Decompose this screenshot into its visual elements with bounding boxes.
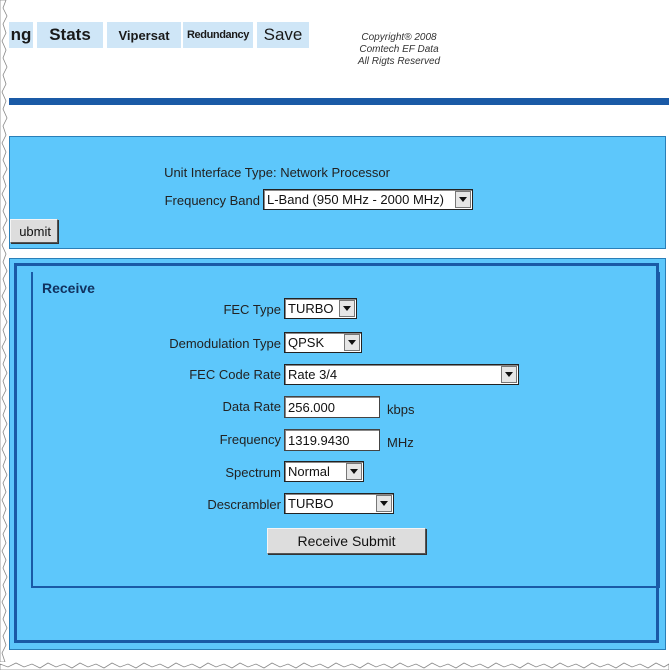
descrambler-label: Descrambler (207, 497, 281, 512)
fec-code-rate-select[interactable]: Rate 3/4 (284, 364, 519, 385)
fec-type-select[interactable]: TURBO (284, 298, 357, 319)
receive-panel-border: Receive FEC Type TURBO Demodulation Type… (14, 263, 660, 643)
interface-type-label: Unit Interface Type: (164, 165, 277, 180)
chevron-down-icon (339, 300, 355, 317)
copyright-line-2: Comtech EF Data (359, 44, 439, 55)
descrambler-select[interactable]: TURBO (284, 493, 394, 514)
chevron-down-icon (455, 191, 471, 208)
fec-type-value: TURBO (288, 301, 334, 316)
nav-tab-save[interactable]: Save (257, 22, 309, 48)
interface-type-row: Unit Interface Type: Network Processor (10, 165, 390, 180)
frequency-label: Frequency (219, 432, 281, 447)
copyright-line-3: All Rigts Reserved (357, 56, 441, 67)
unit-submit-button[interactable]: ubmit (10, 219, 58, 243)
fec-type-label: FEC Type (223, 302, 281, 317)
spectrum-select[interactable]: Normal (284, 461, 364, 482)
demodulation-type-value: QPSK (288, 335, 325, 350)
receive-submit-button[interactable]: Receive Submit (267, 528, 426, 554)
data-rate-input[interactable]: 256.000 (284, 396, 380, 418)
demodulation-type-select[interactable]: QPSK (284, 332, 362, 353)
descrambler-value: TURBO (288, 496, 334, 511)
header-divider (9, 98, 669, 105)
torn-edge-bottom (0, 662, 669, 670)
fec-code-rate-label: FEC Code Rate (189, 367, 281, 382)
receive-panel: Receive FEC Type TURBO Demodulation Type… (9, 258, 666, 650)
chevron-down-icon (501, 366, 517, 383)
chevron-down-icon (376, 495, 392, 512)
nav-tab-vipersat[interactable]: Vipersat (107, 22, 181, 48)
torn-edge-left (0, 0, 8, 662)
fec-code-rate-value: Rate 3/4 (288, 367, 338, 382)
frequency-unit: MHz (387, 435, 414, 450)
nav-tab-partial[interactable]: ng (9, 22, 33, 48)
receive-title: Receive (42, 280, 95, 296)
chevron-down-icon (344, 334, 360, 351)
frequency-band-label: Frequency Band (164, 193, 260, 208)
nav-tab-redundancy[interactable]: Redundancy (183, 22, 253, 48)
frequency-band-row: Frequency Band L-Band (950 MHz - 2000 MH… (10, 189, 667, 213)
copyright-notice: Copyright® 2008 Comtech EF Data All Rigt… (339, 32, 459, 68)
chevron-down-icon (346, 463, 362, 480)
spectrum-label: Spectrum (225, 465, 281, 480)
frequency-band-select[interactable]: L-Band (950 MHz - 2000 MHz) (263, 189, 473, 210)
spectrum-value: Normal (288, 464, 330, 479)
demodulation-type-label: Demodulation Type (169, 336, 281, 351)
data-rate-label: Data Rate (222, 399, 281, 414)
copyright-line-1: Copyright® 2008 (361, 32, 437, 43)
interface-type-value: Network Processor (280, 165, 390, 180)
nav-tab-stats[interactable]: Stats (37, 22, 103, 48)
data-rate-unit: kbps (387, 402, 415, 417)
unit-settings-panel: Unit Interface Type: Network Processor F… (9, 136, 666, 249)
top-nav-bar: ng Stats Vipersat Redundancy Save Copyri… (9, 18, 440, 67)
frequency-band-value: L-Band (950 MHz - 2000 MHz) (267, 192, 445, 207)
frequency-input[interactable]: 1319.9430 (284, 429, 380, 451)
